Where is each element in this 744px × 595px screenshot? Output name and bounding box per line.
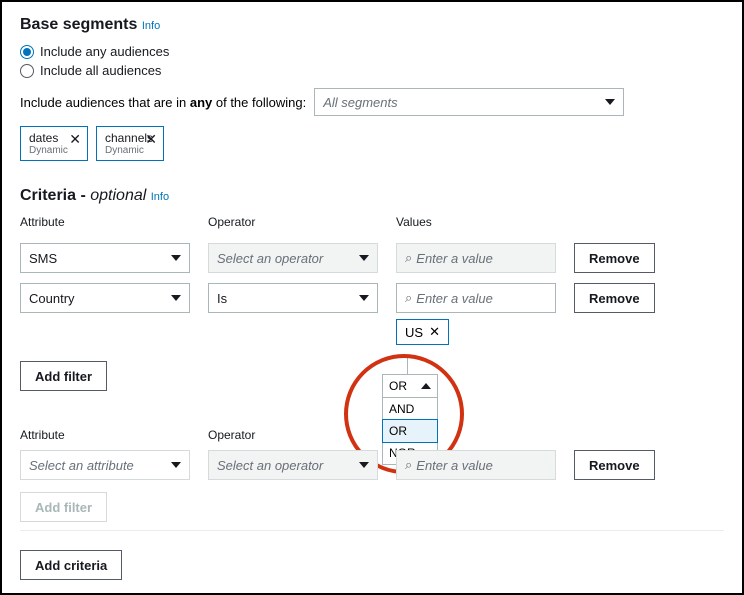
- remove-button[interactable]: Remove: [574, 243, 655, 273]
- segment-chip[interactable]: channels Dynamic ✕: [96, 126, 164, 161]
- attribute-value: SMS: [29, 251, 57, 266]
- operator-select[interactable]: Select an operator: [208, 450, 378, 480]
- chevron-down-icon: [359, 462, 369, 468]
- attribute-select[interactable]: SMS: [20, 243, 190, 273]
- attribute-select[interactable]: Select an attribute: [20, 450, 190, 480]
- search-icon: ⌕: [405, 290, 412, 306]
- add-filter-button[interactable]: Add filter: [20, 361, 107, 391]
- logic-select[interactable]: OR: [382, 374, 438, 398]
- segments-select[interactable]: All segments: [314, 88, 624, 116]
- attribute-value: Country: [29, 291, 75, 306]
- criteria-headers: Attribute Operator Values: [20, 215, 724, 233]
- search-icon: ⌕: [405, 250, 412, 266]
- info-link[interactable]: Info: [142, 20, 160, 32]
- remove-button[interactable]: Remove: [574, 283, 655, 313]
- radio-label: Include any audiences: [40, 44, 169, 59]
- value-chip[interactable]: US ✕: [396, 319, 449, 345]
- value-input[interactable]: ⌕ Enter a value: [396, 450, 556, 480]
- logic-current: OR: [389, 379, 407, 393]
- operator-value: Is: [217, 291, 227, 306]
- operator-select[interactable]: Select an operator: [208, 243, 378, 273]
- include-text: Include audiences that are in any of the…: [20, 95, 306, 110]
- add-criteria-button[interactable]: Add criteria: [20, 550, 122, 580]
- close-icon[interactable]: ✕: [69, 131, 81, 148]
- chevron-up-icon: [421, 383, 431, 389]
- value-input[interactable]: ⌕ Enter a value: [396, 243, 556, 273]
- chevron-down-icon: [605, 99, 615, 105]
- chevron-down-icon: [359, 255, 369, 261]
- values-header: Values: [396, 215, 556, 229]
- radio-label: Include all audiences: [40, 63, 161, 78]
- base-segments-heading: Base segments Info: [20, 16, 724, 34]
- attribute-placeholder: Select an attribute: [29, 458, 134, 473]
- search-icon: ⌕: [405, 457, 412, 473]
- close-icon[interactable]: ✕: [145, 131, 157, 148]
- segments-select-placeholder: All segments: [323, 95, 397, 110]
- value-chip-text: US: [405, 325, 423, 340]
- operator-placeholder: Select an operator: [217, 251, 323, 266]
- value-placeholder: Enter a value: [416, 291, 547, 306]
- chevron-down-icon: [171, 295, 181, 301]
- remove-button[interactable]: Remove: [574, 450, 655, 480]
- info-link[interactable]: Info: [151, 191, 169, 203]
- value-placeholder: Enter a value: [416, 458, 547, 473]
- divider: [20, 530, 724, 531]
- attribute-header: Attribute: [20, 428, 190, 442]
- criteria-block-2: Attribute Operator Select an attribute S…: [20, 428, 724, 522]
- attribute-select[interactable]: Country: [20, 283, 190, 313]
- chevron-down-icon: [359, 295, 369, 301]
- segment-builder: Base segments Info Include any audiences…: [0, 0, 744, 595]
- chevron-down-icon: [171, 255, 181, 261]
- value-input[interactable]: ⌕ Enter a value: [396, 283, 556, 313]
- operator-header: Operator: [208, 215, 378, 229]
- operator-header: Operator: [208, 428, 378, 442]
- close-icon[interactable]: ✕: [429, 324, 440, 340]
- filter-row: Country Is ⌕ Enter a value US ✕ Remove: [20, 283, 724, 345]
- logic-option-and[interactable]: AND: [383, 398, 437, 420]
- chevron-down-icon: [171, 462, 181, 468]
- segment-chips: dates Dynamic ✕ channels Dynamic ✕: [20, 126, 724, 161]
- add-filter-button-disabled: Add filter: [20, 492, 107, 522]
- radio-include-all[interactable]: Include all audiences: [20, 63, 724, 78]
- value-placeholder: Enter a value: [416, 251, 547, 266]
- radio-icon: [20, 64, 34, 78]
- radio-icon: [20, 45, 34, 59]
- filter-row: SMS Select an operator ⌕ Enter a value R…: [20, 243, 724, 273]
- attribute-header: Attribute: [20, 215, 190, 229]
- include-line: Include audiences that are in any of the…: [20, 88, 724, 116]
- base-segments-title: Base segments: [20, 16, 137, 33]
- radio-include-any[interactable]: Include any audiences: [20, 44, 724, 59]
- segment-chip[interactable]: dates Dynamic ✕: [20, 126, 88, 161]
- criteria-heading: Criteria - optional Info: [20, 187, 724, 205]
- operator-placeholder: Select an operator: [217, 458, 323, 473]
- operator-select[interactable]: Is: [208, 283, 378, 313]
- connector-line: [407, 356, 408, 374]
